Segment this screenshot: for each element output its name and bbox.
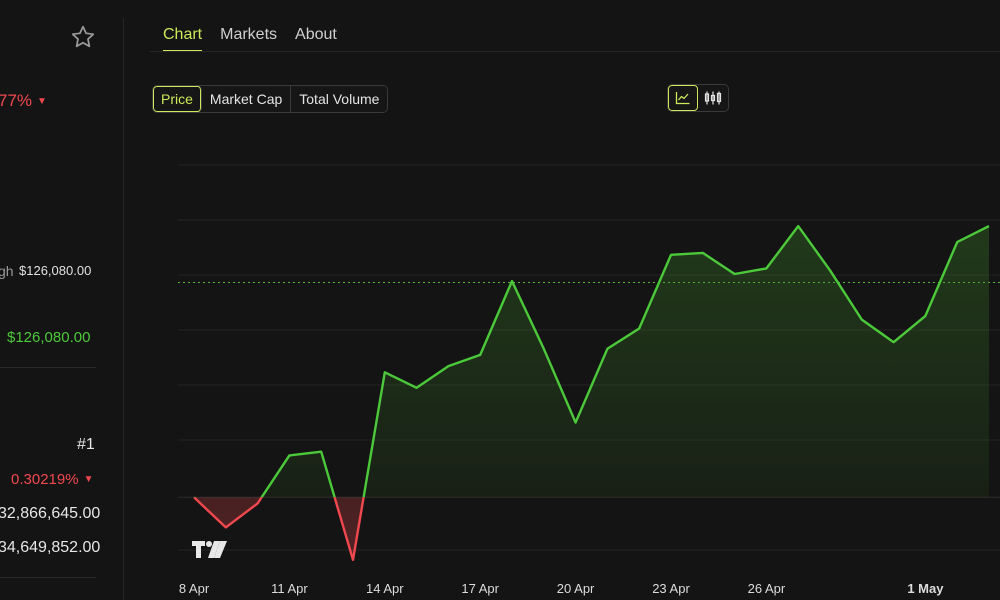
x-tick-label: 1 May xyxy=(907,581,944,596)
x-tick-label: 23 Apr xyxy=(652,581,690,596)
price-point xyxy=(256,501,260,505)
price-point xyxy=(605,347,609,351)
price-point xyxy=(828,268,832,272)
x-tick-label: 8 Apr xyxy=(179,581,210,596)
x-axis-ticks: 8 Apr 11 Apr 14 Apr 17 Apr 20 Apr 23 Apr 26 Ap… xyxy=(179,581,944,596)
price-point xyxy=(987,224,991,228)
price-area-fill-up xyxy=(261,226,989,498)
price-chart[interactable]: 8 Apr 11 Apr 14 Apr 17 Apr 20 Apr 23 Apr 26 Ap… xyxy=(0,0,1000,600)
price-point xyxy=(733,272,737,276)
price-point xyxy=(446,364,450,368)
price-point xyxy=(510,279,514,283)
x-tick-label: 20 Apr xyxy=(557,581,595,596)
price-point xyxy=(796,224,800,228)
price-point xyxy=(287,453,291,457)
price-point xyxy=(192,495,196,499)
price-point xyxy=(923,314,927,318)
price-point xyxy=(764,266,768,270)
price-point xyxy=(478,353,482,357)
price-point xyxy=(574,421,578,425)
price-point xyxy=(351,558,355,562)
tradingview-logo xyxy=(192,541,227,558)
price-point xyxy=(860,318,864,322)
x-tick-label: 26 Apr xyxy=(748,581,786,596)
price-point xyxy=(955,240,959,244)
x-tick-label: 14 Apr xyxy=(366,581,404,596)
price-point xyxy=(542,347,546,351)
price-point xyxy=(224,525,228,529)
price-point xyxy=(319,450,323,454)
x-tick-label: 17 Apr xyxy=(461,581,499,596)
price-point xyxy=(701,251,705,255)
price-point xyxy=(669,253,673,257)
price-point xyxy=(415,386,419,390)
price-point xyxy=(383,370,387,374)
price-point xyxy=(892,340,896,344)
price-point xyxy=(637,327,641,331)
x-tick-label: 11 Apr xyxy=(271,581,308,596)
